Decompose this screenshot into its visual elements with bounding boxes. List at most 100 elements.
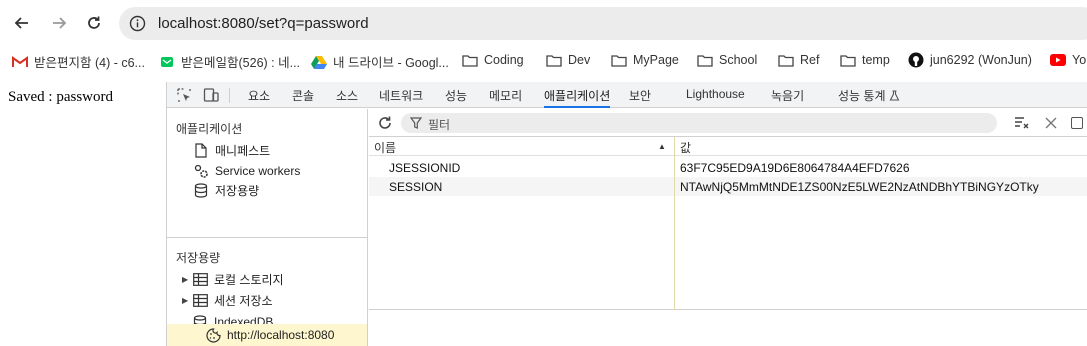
bookmark-item[interactable]: 받은메일함(526) : 네... [159, 52, 300, 71]
application-sidebar: 애플리케이션 매니페스트 Service workers 저장용량 저장용량 ▶… [167, 109, 368, 346]
filter-input[interactable]: 필터 [401, 113, 997, 133]
tab-recorder[interactable]: 녹음기 [771, 87, 804, 108]
bookmark-label: 내 드라이브 - Googl... [333, 56, 449, 70]
filter-icon [410, 117, 422, 129]
tab-memory[interactable]: 메모리 [489, 87, 522, 108]
delete-selected-icon[interactable] [1045, 117, 1057, 129]
expand-arrow-icon[interactable]: ▶ [182, 275, 192, 284]
filter-placeholder: 필터 [428, 118, 451, 132]
tab-performance[interactable]: 성능 [445, 87, 467, 108]
sidebar-item-label: Service workers [215, 164, 301, 178]
sidebar-item-label: 매니페스트 [215, 143, 271, 158]
database-icon [193, 182, 209, 198]
tab-performance-insights[interactable]: 성능 통계 [838, 87, 900, 108]
bookmark-item[interactable]: Coding [462, 52, 524, 68]
bookmark-label: School [719, 53, 758, 67]
bookmark-label: Coding [484, 53, 524, 67]
bookmark-label: Ref [800, 53, 820, 67]
folder-icon [462, 52, 478, 68]
tab-security[interactable]: 보안 [629, 87, 651, 108]
github-icon [908, 52, 924, 68]
bookmarks-bar: 받은편지함 (4) - c6... 받은메일함(526) : 네... 내 드라… [0, 48, 1087, 74]
bookmark-item[interactable]: 받은편지함 (4) - c6... [12, 52, 145, 71]
sidebar-item-storage[interactable]: 저장용량 [193, 181, 259, 199]
bookmark-item[interactable]: Dev [546, 52, 590, 68]
arrow-right-icon [53, 17, 67, 29]
bookmark-label: temp [862, 53, 890, 67]
refresh-icon[interactable] [377, 115, 393, 131]
bookmark-label: Yo [1072, 53, 1087, 67]
cookies-panel: 필터 이름 ▲ 값 JSESSIONID 63F7C95ED9A19D6E806… [369, 109, 1087, 346]
document-icon [193, 142, 209, 158]
cookies-table: 이름 ▲ 값 JSESSIONID 63F7C95ED9A19D6E806478… [369, 137, 1087, 310]
flask-icon [889, 90, 900, 101]
devtools-tab-bar: 요소 콘솔 소스 네트워크 성능 메모리 애플리케이션 보안 Lighthous… [167, 82, 1087, 108]
table-icon [192, 292, 208, 308]
sidebar-item-local-storage[interactable]: ▶ 로컬 스토리지 [182, 270, 284, 288]
cookie-icon [205, 327, 221, 343]
sidebar-item-cookie-origin[interactable]: http://localhost:8080 [167, 324, 367, 346]
tab-network[interactable]: 네트워크 [379, 87, 423, 108]
sidebar-item-service-workers[interactable]: Service workers [193, 162, 300, 180]
folder-icon [546, 52, 562, 68]
naver-mail-icon [159, 54, 175, 70]
expand-arrow-icon[interactable]: ▶ [182, 296, 192, 305]
bookmark-item[interactable]: Ref [778, 52, 819, 68]
sidebar-divider [167, 237, 367, 238]
bookmark-label: Dev [568, 53, 591, 67]
bookmark-item[interactable]: MyPage [611, 52, 679, 68]
sort-ascending-icon[interactable]: ▲ [658, 142, 666, 151]
back-button[interactable] [10, 11, 34, 35]
bookmark-item[interactable]: 내 드라이브 - Googl... [311, 52, 449, 71]
cookie-value: NTAwNjQ5MmMtNDE1ZS00NzE5LWE2NzAtNDBhYTBi… [680, 180, 1039, 194]
folder-icon [840, 52, 856, 68]
sidebar-item-label: 로컬 스토리지 [214, 272, 284, 287]
google-drive-icon [311, 54, 327, 70]
bookmark-item[interactable]: jun6292 (WonJun) [908, 52, 1032, 68]
column-header-value[interactable]: 값 [680, 139, 691, 156]
gears-icon [193, 163, 209, 179]
sidebar-item-session-storage[interactable]: ▶ 세션 저장소 [182, 291, 273, 309]
tab-lighthouse[interactable]: Lighthouse [686, 87, 745, 108]
url-text: localhost:8080/set?q=password [158, 15, 369, 32]
bookmark-item[interactable]: Yo [1050, 52, 1086, 68]
site-info-icon[interactable] [129, 15, 146, 32]
column-divider[interactable] [674, 137, 675, 310]
folder-icon [778, 52, 794, 68]
tab-application[interactable]: 애플리케이션 [544, 87, 611, 108]
bookmark-label: MyPage [633, 53, 679, 67]
table-icon [192, 271, 208, 287]
url-host: localhost [158, 15, 218, 32]
url-path: :8080/set?q=password [217, 15, 369, 32]
cookie-name: JSESSIONID [389, 161, 461, 175]
forward-button[interactable] [47, 11, 71, 35]
bookmark-label: 받은메일함(526) : 네... [181, 56, 301, 70]
tab-console[interactable]: 콘솔 [292, 87, 314, 108]
youtube-icon [1050, 52, 1066, 68]
sidebar-item-label: 저장용량 [215, 183, 260, 198]
bookmark-item[interactable]: School [697, 52, 757, 68]
gmail-icon [12, 54, 28, 70]
arrow-left-icon [14, 17, 28, 29]
bookmark-item[interactable]: temp [840, 52, 890, 68]
table-row[interactable]: JSESSIONID 63F7C95ED9A19D6E8064784A4EFD7… [369, 158, 1087, 177]
page-saved-text: Saved : password [8, 89, 113, 105]
table-row[interactable]: SESSION NTAwNjQ5MmMtNDE1ZS00NzE5LWE2NzAt… [369, 177, 1087, 196]
column-header-name[interactable]: 이름 [374, 139, 396, 156]
checkbox[interactable] [1071, 117, 1083, 129]
clear-filtered-icon[interactable] [1014, 116, 1030, 130]
cookie-value: 63F7C95ED9A19D6E8064784A4EFD7626 [680, 161, 910, 175]
cookie-origin-row: http://localhost:8080 [205, 326, 334, 344]
tab-sources[interactable]: 소스 [336, 87, 358, 108]
toolbar-divider [229, 88, 230, 103]
inspect-element-icon[interactable] [176, 87, 192, 103]
sidebar-section-application: 애플리케이션 [176, 122, 243, 136]
address-bar[interactable]: localhost:8080/set?q=password [119, 7, 1087, 40]
sidebar-item-manifest[interactable]: 매니페스트 [193, 141, 270, 159]
reload-button[interactable] [82, 11, 106, 35]
browser-toolbar: localhost:8080/set?q=password [0, 0, 1087, 46]
sidebar-item-label: http://localhost:8080 [227, 328, 335, 342]
cookies-toolbar: 필터 [369, 109, 1087, 137]
tab-elements[interactable]: 요소 [248, 87, 270, 108]
device-toolbar-icon[interactable] [203, 87, 219, 103]
